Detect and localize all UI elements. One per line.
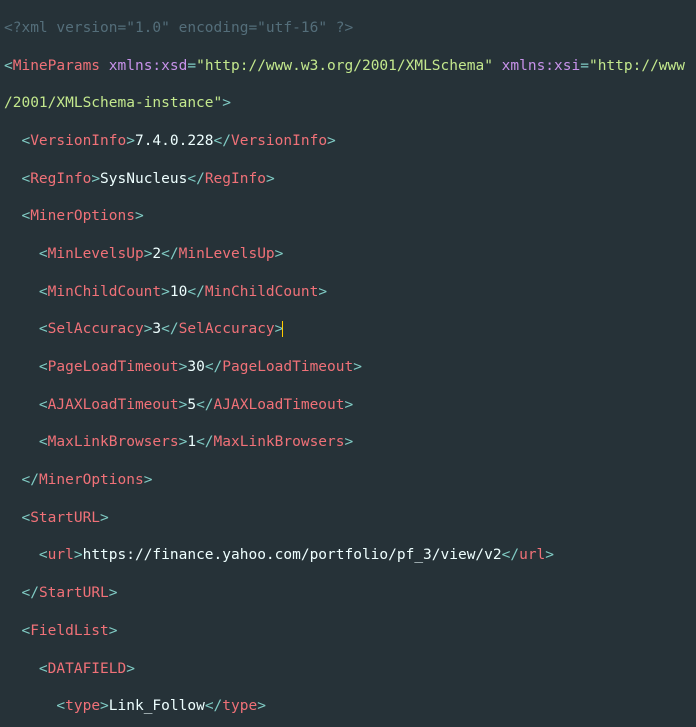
code-line: <FieldList> — [4, 622, 692, 641]
code-line: /2001/XMLSchema-instance"> — [4, 94, 692, 113]
code-line: <DATAFIELD> — [4, 660, 692, 679]
code-line: <MinLevelsUp>2</MinLevelsUp> — [4, 245, 692, 264]
code-line: <MinChildCount>10</MinChildCount> — [4, 283, 692, 302]
code-line: <MaxLinkBrowsers>1</MaxLinkBrowsers> — [4, 433, 692, 452]
text-cursor — [282, 321, 283, 337]
code-line: <AJAXLoadTimeout>5</AJAXLoadTimeout> — [4, 396, 692, 415]
code-line: <SelAccuracy>3</SelAccuracy> — [4, 320, 692, 339]
code-line: <MinerOptions> — [4, 207, 692, 226]
code-line: </MinerOptions> — [4, 471, 692, 490]
code-line: <StartURL> — [4, 509, 692, 528]
code-line: <VersionInfo>7.4.0.228</VersionInfo> — [4, 132, 692, 151]
code-line: <PageLoadTimeout>30</PageLoadTimeout> — [4, 358, 692, 377]
code-line: <url>https://finance.yahoo.com/portfolio… — [4, 546, 692, 565]
code-line: <MineParams xmlns:xsd="http://www.w3.org… — [4, 57, 692, 76]
code-line: </StartURL> — [4, 584, 692, 603]
code-line: <?xml version="1.0" encoding="utf-16" ?> — [4, 19, 692, 38]
xml-code-view[interactable]: <?xml version="1.0" encoding="utf-16" ?>… — [0, 0, 696, 727]
code-line: <RegInfo>SysNucleus</RegInfo> — [4, 170, 692, 189]
code-line: <type>Link_Follow</type> — [4, 697, 692, 716]
